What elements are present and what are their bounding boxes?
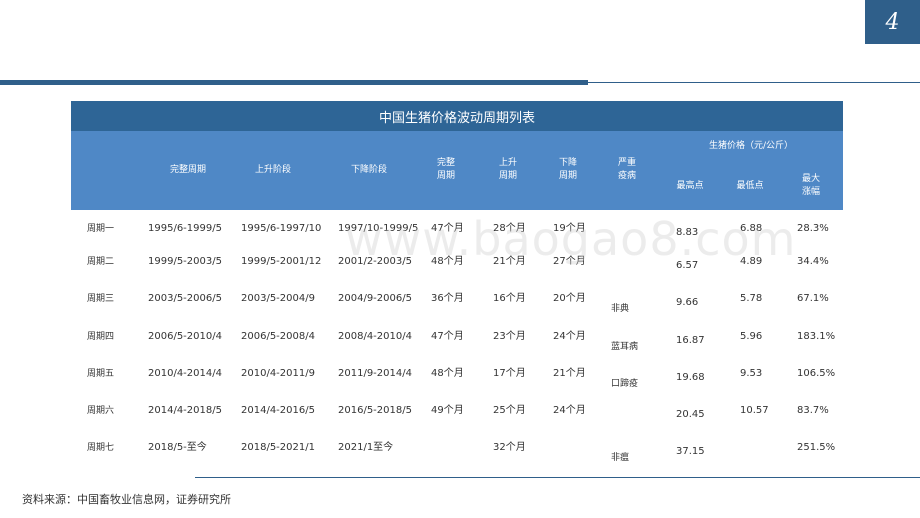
cell-falling-length: 21个月 <box>553 368 586 379</box>
cell-cycle-label: 周期五 <box>87 369 115 379</box>
page-number: 4 <box>865 0 920 44</box>
cell-full-cycle: 2010/4-2014/4 <box>148 368 222 379</box>
cell-full-cycle-length: 49个月 <box>431 405 464 416</box>
header-rising-length: 上升 周期 <box>498 158 517 181</box>
cell-falling-length: 20个月 <box>553 293 586 304</box>
header-price-low: 最低点 <box>736 181 764 191</box>
cell-rising-stage: 2010/4-2011/9 <box>241 368 315 379</box>
cell-rising-length: 25个月 <box>493 405 526 416</box>
cell-falling-stage: 2011/9-2014/4 <box>338 368 412 379</box>
cell-max-increase: 83.7% <box>797 405 829 416</box>
cell-cycle-label: 周期六 <box>87 406 115 416</box>
cell-epidemic: 非瘟 <box>611 453 630 463</box>
cell-price-high: 19.68 <box>676 372 705 383</box>
cell-rising-stage: 1999/5-2001/12 <box>241 256 322 267</box>
cell-full-cycle-length: 47个月 <box>431 331 464 342</box>
cell-falling-stage: 2021/1至今 <box>338 442 394 453</box>
cell-full-cycle-length: 48个月 <box>431 368 464 379</box>
cell-max-increase: 28.3% <box>797 223 829 234</box>
header-price-group: 生猪价格（元/公斤） <box>708 141 794 151</box>
pig-price-cycle-table: 中国生猪价格波动周期列表 完整周期 上升阶段 下降阶段 完整 周期 上升 周期 … <box>71 101 843 475</box>
header-price-high: 最高点 <box>676 181 704 191</box>
footer-rule <box>195 477 920 478</box>
cell-full-cycle: 2018/5-至今 <box>148 442 207 453</box>
cell-rising-length: 23个月 <box>493 331 526 342</box>
cell-price-high: 9.66 <box>676 297 699 308</box>
cell-full-cycle: 2003/5-2006/5 <box>148 293 222 304</box>
cell-cycle-label: 周期四 <box>87 332 115 342</box>
header-epidemic: 严重 疫病 <box>617 158 636 181</box>
cell-cycle-label: 周期二 <box>87 257 115 267</box>
cell-falling-stage: 2008/4-2010/4 <box>338 331 412 342</box>
header-rule-thin <box>588 82 920 83</box>
cell-price-low: 9.53 <box>740 368 763 379</box>
header-rising-stage: 上升阶段 <box>254 165 291 175</box>
cell-cycle-label: 周期三 <box>87 294 115 304</box>
cell-max-increase: 67.1% <box>797 293 829 304</box>
cell-epidemic: 蓝耳病 <box>611 342 639 352</box>
cell-epidemic: 非典 <box>611 304 630 314</box>
cell-falling-stage: 2004/9-2006/5 <box>338 293 412 304</box>
watermark: www.baogao8.com <box>345 212 797 266</box>
cell-full-cycle: 1995/6-1999/5 <box>148 223 222 234</box>
cell-full-cycle: 1999/5-2003/5 <box>148 256 222 267</box>
cell-price-low: 10.57 <box>740 405 769 416</box>
cell-rising-length: 32个月 <box>493 442 526 453</box>
cell-full-cycle: 2006/5-2010/4 <box>148 331 222 342</box>
source-note: 资料来源：中国畜牧业信息网，证券研究所 <box>22 493 231 506</box>
cell-full-cycle: 2014/4-2018/5 <box>148 405 222 416</box>
cell-cycle-label: 周期一 <box>87 224 115 234</box>
cell-price-low: 5.78 <box>740 293 763 304</box>
cell-price-low: 5.96 <box>740 331 763 342</box>
cell-price-high: 16.87 <box>676 335 705 346</box>
table-header: 完整周期 上升阶段 下降阶段 完整 周期 上升 周期 下降 周期 严重 疫病 生… <box>71 131 843 210</box>
header-full-cycle-length: 完整 周期 <box>436 158 455 181</box>
header-falling-length: 下降 周期 <box>558 158 577 181</box>
cell-full-cycle-length: 36个月 <box>431 293 464 304</box>
header-rule <box>0 80 588 85</box>
cell-rising-stage: 2018/5-2021/1 <box>241 442 315 453</box>
cell-price-high: 20.45 <box>676 409 705 420</box>
cell-rising-length: 17个月 <box>493 368 526 379</box>
table-title: 中国生猪价格波动周期列表 <box>71 101 843 131</box>
cell-epidemic: 口蹄疫 <box>611 379 639 389</box>
cell-max-increase: 106.5% <box>797 368 836 379</box>
cell-rising-stage: 2006/5-2008/4 <box>241 331 315 342</box>
cell-cycle-label: 周期七 <box>87 443 115 453</box>
cell-falling-length: 24个月 <box>553 405 586 416</box>
header-max-increase: 最大 涨幅 <box>801 174 820 197</box>
cell-price-high: 37.15 <box>676 446 705 457</box>
cell-falling-length: 24个月 <box>553 331 586 342</box>
cell-max-increase: 183.1% <box>797 331 836 342</box>
cell-rising-stage: 2014/4-2016/5 <box>241 405 315 416</box>
cell-falling-stage: 2016/5-2018/5 <box>338 405 412 416</box>
cell-max-increase: 251.5% <box>797 442 836 453</box>
header-falling-stage: 下降阶段 <box>350 165 387 175</box>
cell-rising-stage: 1995/6-1997/10 <box>241 223 322 234</box>
cell-rising-length: 16个月 <box>493 293 526 304</box>
header-full-cycle: 完整周期 <box>169 165 206 175</box>
cell-max-increase: 34.4% <box>797 256 829 267</box>
cell-rising-stage: 2003/5-2004/9 <box>241 293 315 304</box>
